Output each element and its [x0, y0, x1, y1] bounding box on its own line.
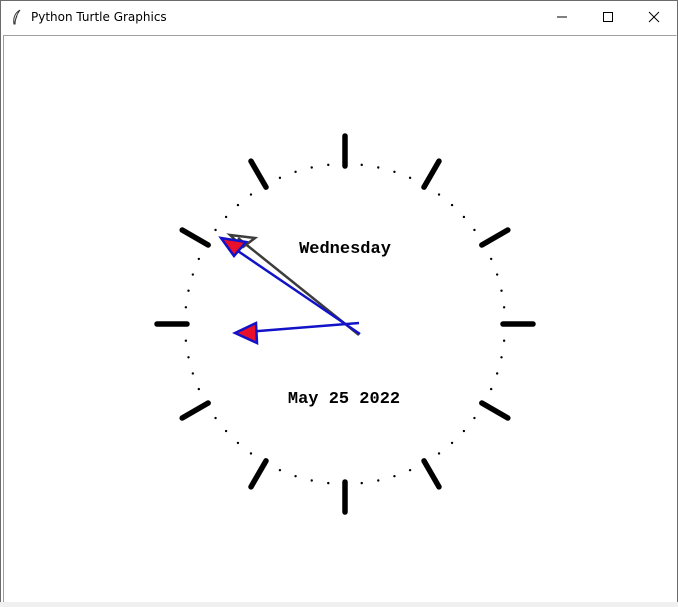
- minute-dot: [224, 215, 228, 219]
- minute-dot: [249, 452, 253, 455]
- minimize-icon: [557, 16, 567, 17]
- minute-dot: [310, 166, 313, 169]
- hour-tick: [179, 400, 211, 421]
- minute-dot: [377, 166, 380, 169]
- minute-dot: [191, 273, 195, 276]
- minute-dot: [278, 468, 282, 472]
- minute-dot: [187, 289, 190, 292]
- window-title: Python Turtle Graphics: [31, 9, 167, 24]
- close-icon: [648, 11, 660, 22]
- minute-dot: [489, 387, 493, 391]
- minute-dot: [462, 429, 466, 433]
- minute-dot: [408, 176, 412, 180]
- minute-dot: [360, 163, 363, 167]
- minute-dot: [224, 429, 228, 433]
- maximize-button[interactable]: [585, 1, 631, 32]
- minute-dot: [500, 289, 503, 292]
- minute-dot: [327, 481, 330, 485]
- minute-dot: [327, 163, 330, 167]
- minute-dot: [495, 273, 499, 276]
- minute-dot: [393, 170, 396, 174]
- minute-dot: [184, 306, 188, 309]
- hour-tick: [421, 458, 442, 490]
- minute-dot: [214, 416, 217, 420]
- minute-dot: [502, 306, 506, 309]
- minute-dot: [393, 474, 396, 478]
- date-label: May 25 2022: [288, 390, 400, 409]
- minute-dot: [278, 176, 282, 180]
- close-button[interactable]: [631, 1, 677, 32]
- minute-dot: [500, 356, 503, 359]
- feather-icon: [13, 9, 21, 24]
- minute-dot: [236, 441, 240, 445]
- minute-dot: [495, 372, 499, 375]
- minute-dot: [249, 193, 253, 196]
- day-label: Wednesday: [299, 240, 391, 259]
- minute-dot: [360, 481, 363, 485]
- minute-dot: [197, 257, 201, 261]
- title-bar[interactable]: Python Turtle Graphics: [1, 1, 677, 32]
- hour-hand: [232, 321, 360, 345]
- turtle-window: Python Turtle Graphics Wednesday May 25 …: [0, 0, 678, 607]
- minute-dot: [214, 228, 217, 232]
- minute-dot: [294, 474, 297, 478]
- hour-tick: [248, 458, 269, 490]
- minute-dot: [502, 339, 506, 342]
- minute-dot: [187, 356, 190, 359]
- clock-face: Wednesday May 25 2022: [154, 133, 536, 515]
- maximize-icon: [603, 11, 613, 22]
- minute-dot: [294, 170, 297, 174]
- hour-tick: [479, 227, 511, 248]
- minute-dot: [489, 257, 493, 261]
- minute-dot: [462, 215, 466, 219]
- turtle-canvas[interactable]: Wednesday May 25 2022: [3, 35, 677, 602]
- minute-dot: [377, 479, 380, 482]
- minute-dot: [184, 339, 188, 342]
- minute-dot: [236, 203, 240, 207]
- minute-dot: [408, 468, 412, 472]
- minute-dot: [437, 193, 441, 196]
- window-bottom-edge: [0, 602, 678, 607]
- hour-tick: [179, 227, 211, 248]
- hour-tick: [421, 158, 442, 190]
- minute-dot: [191, 372, 195, 375]
- minute-dot: [450, 441, 454, 445]
- minute-dot: [197, 387, 201, 391]
- hour-tick: [479, 400, 511, 421]
- minute-dot: [450, 203, 454, 207]
- minimize-button[interactable]: [539, 1, 585, 32]
- minute-dot: [473, 416, 476, 420]
- minute-dot: [473, 228, 476, 232]
- minute-dot: [437, 452, 441, 455]
- hour-tick: [248, 158, 269, 190]
- minute-dot: [310, 479, 313, 482]
